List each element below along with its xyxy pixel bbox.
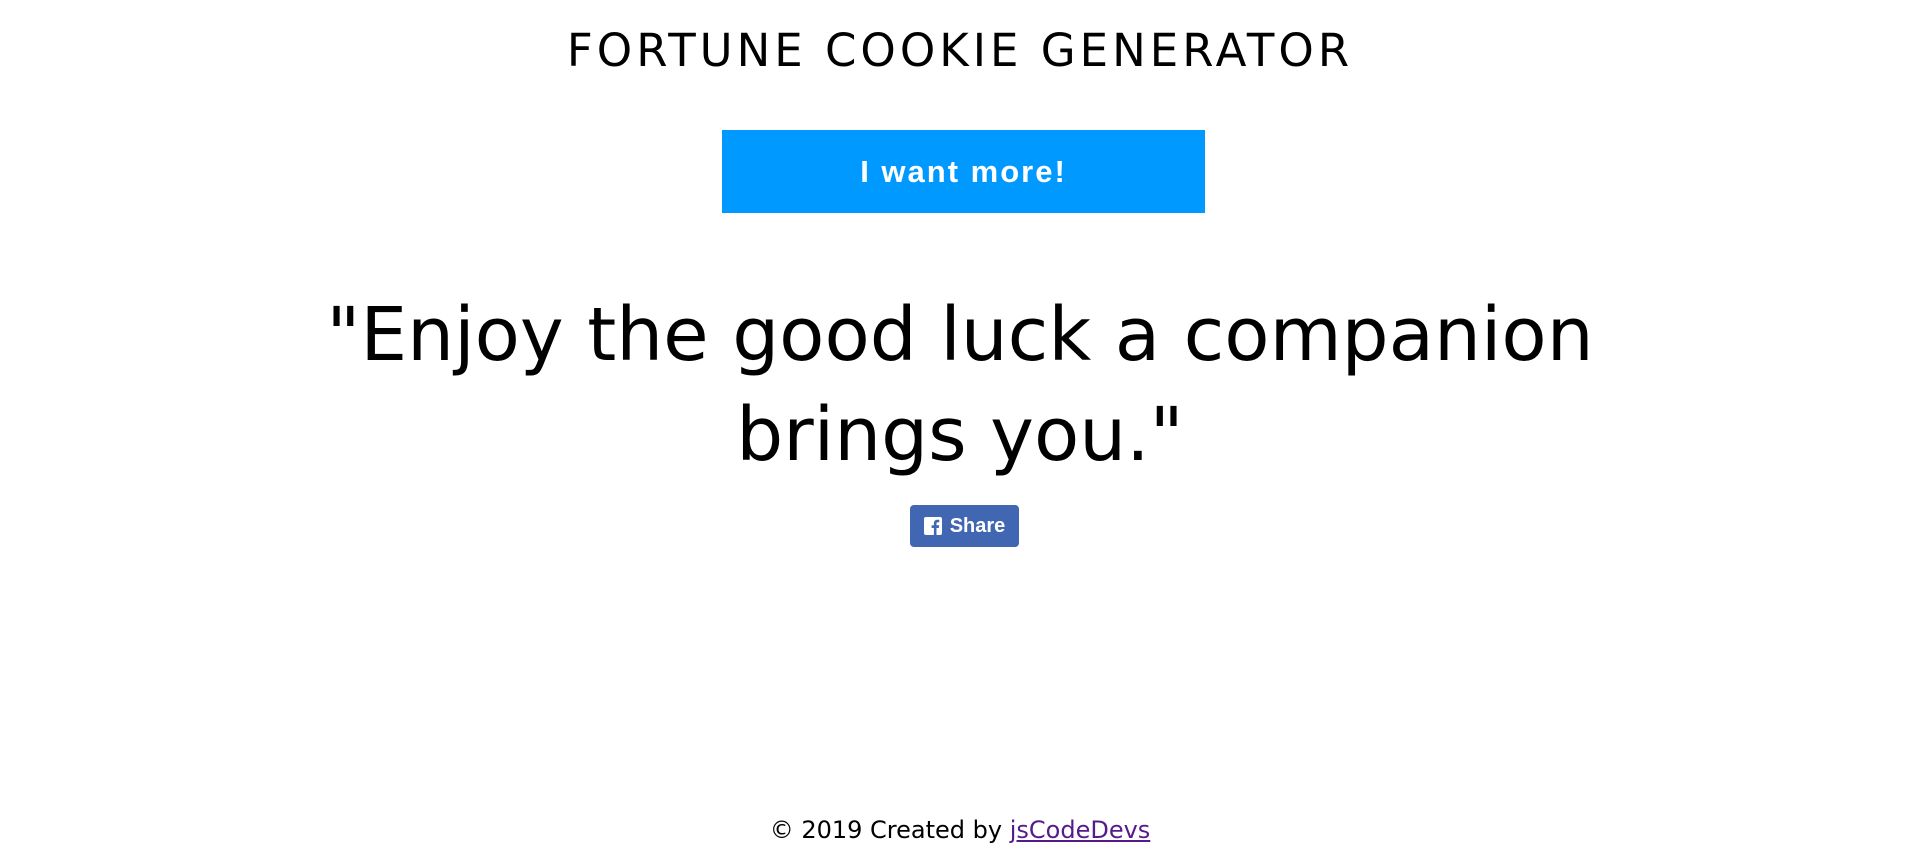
share-label: Share <box>949 514 1006 537</box>
page-title: FORTUNE COOKIE GENERATOR <box>566 24 1354 77</box>
page: FORTUNE COOKIE GENERATOR I want more! "E… <box>0 0 1920 856</box>
footer: © 2019 Created by jsCodeDevs <box>0 815 1920 845</box>
fortune-quote: "Enjoy the good luck a companion brings … <box>326 292 1594 478</box>
footer-copyright: © 2019 Created by <box>769 816 1003 844</box>
more-fortunes-button[interactable]: I want more! <box>722 130 1205 213</box>
facebook-share-button[interactable]: Share <box>910 505 1019 547</box>
facebook-icon <box>923 517 942 535</box>
footer-author-link[interactable]: jsCodeDevs <box>1010 816 1151 844</box>
